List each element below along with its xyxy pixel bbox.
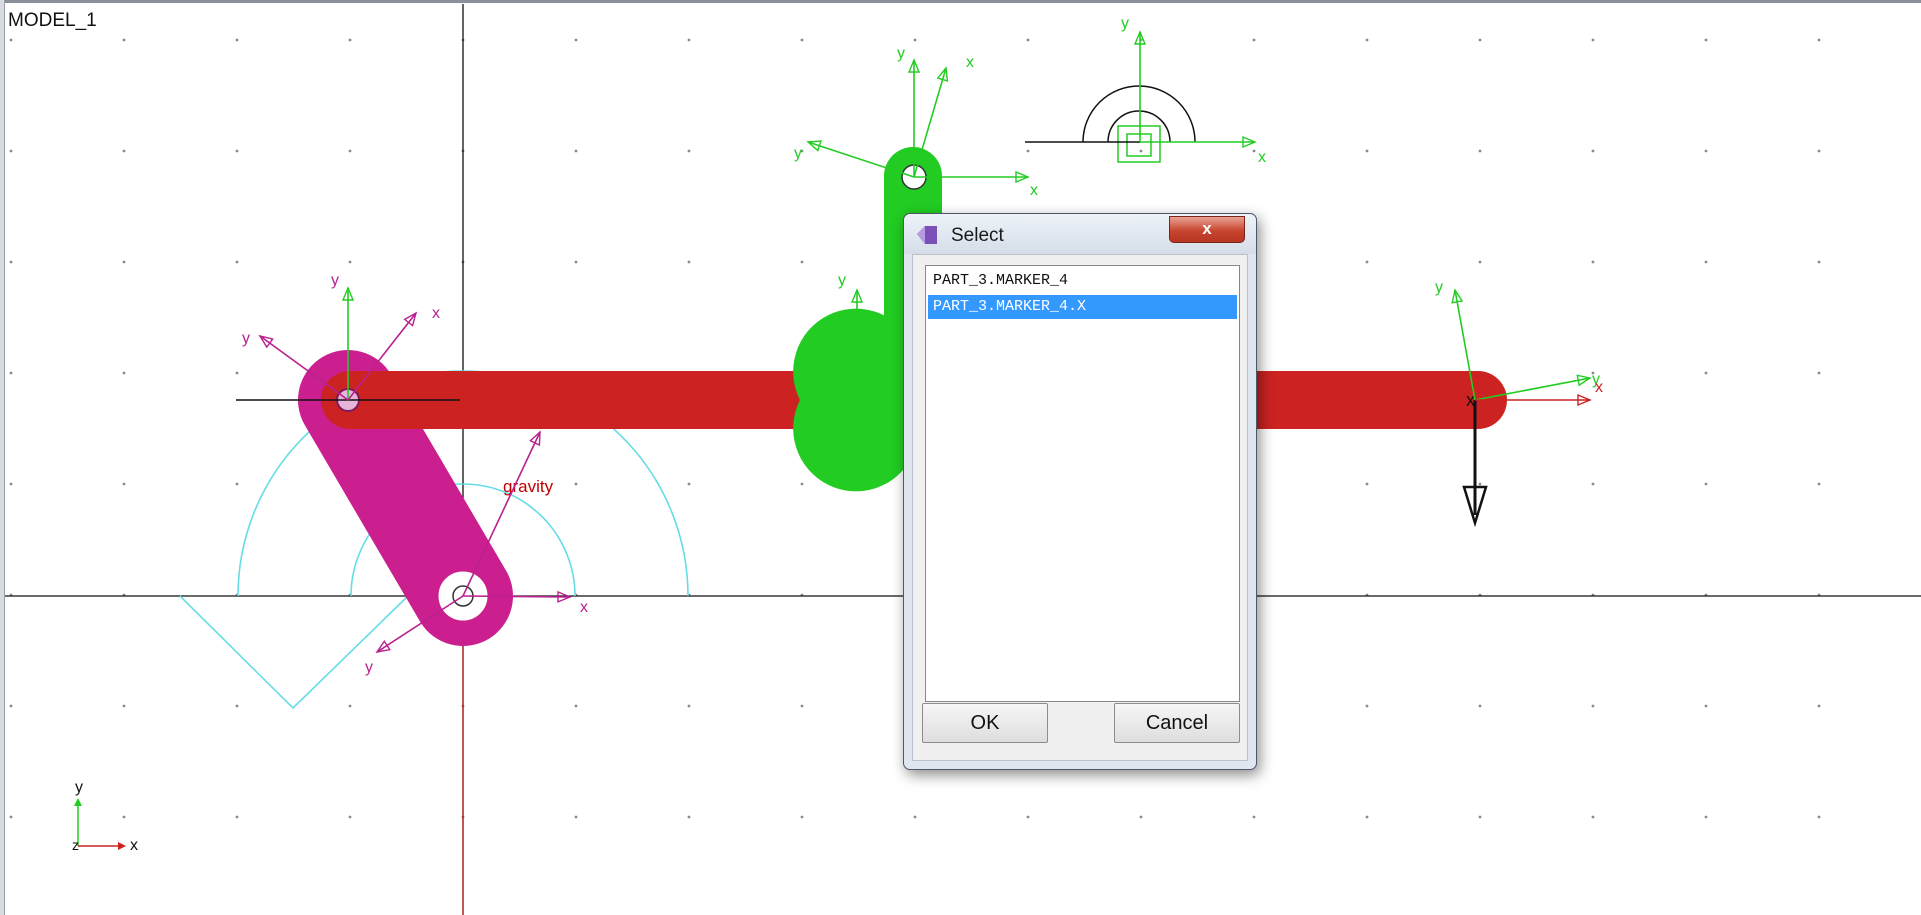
triad-x-label: x [432, 305, 440, 322]
view-triad-y-label: y [75, 779, 83, 796]
list-item[interactable]: PART_3.MARKER_4.X [928, 295, 1237, 319]
app-icon [917, 226, 937, 244]
view-triad-z-label: z [72, 837, 79, 853]
triad-y-label: y [897, 45, 905, 62]
dialog-title: Select [951, 225, 1004, 246]
view-orientation-triad: y x z [72, 779, 138, 854]
triad-y-label: y [838, 272, 846, 289]
triad-x-label: x [1030, 182, 1038, 199]
viewport-left-border [0, 0, 5, 915]
gravity-chevron [179, 595, 409, 710]
selection-listbox[interactable]: PART_3.MARKER_4 PART_3.MARKER_4.X [925, 265, 1240, 702]
dialog-body: PART_3.MARKER_4 PART_3.MARKER_4.X OK Canc… [912, 254, 1248, 761]
triad-x-label: x [580, 599, 588, 616]
triad-x-label: x [1595, 379, 1603, 396]
crank-link[interactable] [298, 350, 513, 646]
modeling-viewport[interactable]: gravity x yyxxyyxyxyyxyyx y x z MODEL_1 … [0, 0, 1921, 915]
triad-x-label: x [1258, 149, 1266, 166]
model-name-label: MODEL_1 [8, 10, 97, 31]
cancel-button[interactable]: Cancel [1114, 703, 1240, 743]
triad-y-label: y [365, 659, 373, 676]
triad-y-label: y [794, 145, 802, 162]
list-item[interactable]: PART_3.MARKER_4 [928, 269, 1237, 293]
triad-y-label: y [242, 330, 250, 347]
dialog-titlebar[interactable]: Select x [904, 214, 1256, 254]
select-dialog[interactable]: Select x PART_3.MARKER_4 PART_3.MARKER_4.… [903, 213, 1257, 770]
close-button[interactable]: x [1169, 216, 1245, 243]
triad-y-label: y [331, 272, 339, 289]
ground-revolute-symbol [1025, 85, 1196, 163]
triad-y-label: y [1121, 15, 1129, 32]
ok-button[interactable]: OK [922, 703, 1048, 743]
green-slider-block[interactable] [793, 308, 912, 492]
viewport-top-border [0, 0, 1921, 3]
triad-x-label: x [966, 54, 974, 71]
triad-y-label: y [1435, 279, 1443, 296]
view-triad-x-label: x [130, 837, 138, 854]
